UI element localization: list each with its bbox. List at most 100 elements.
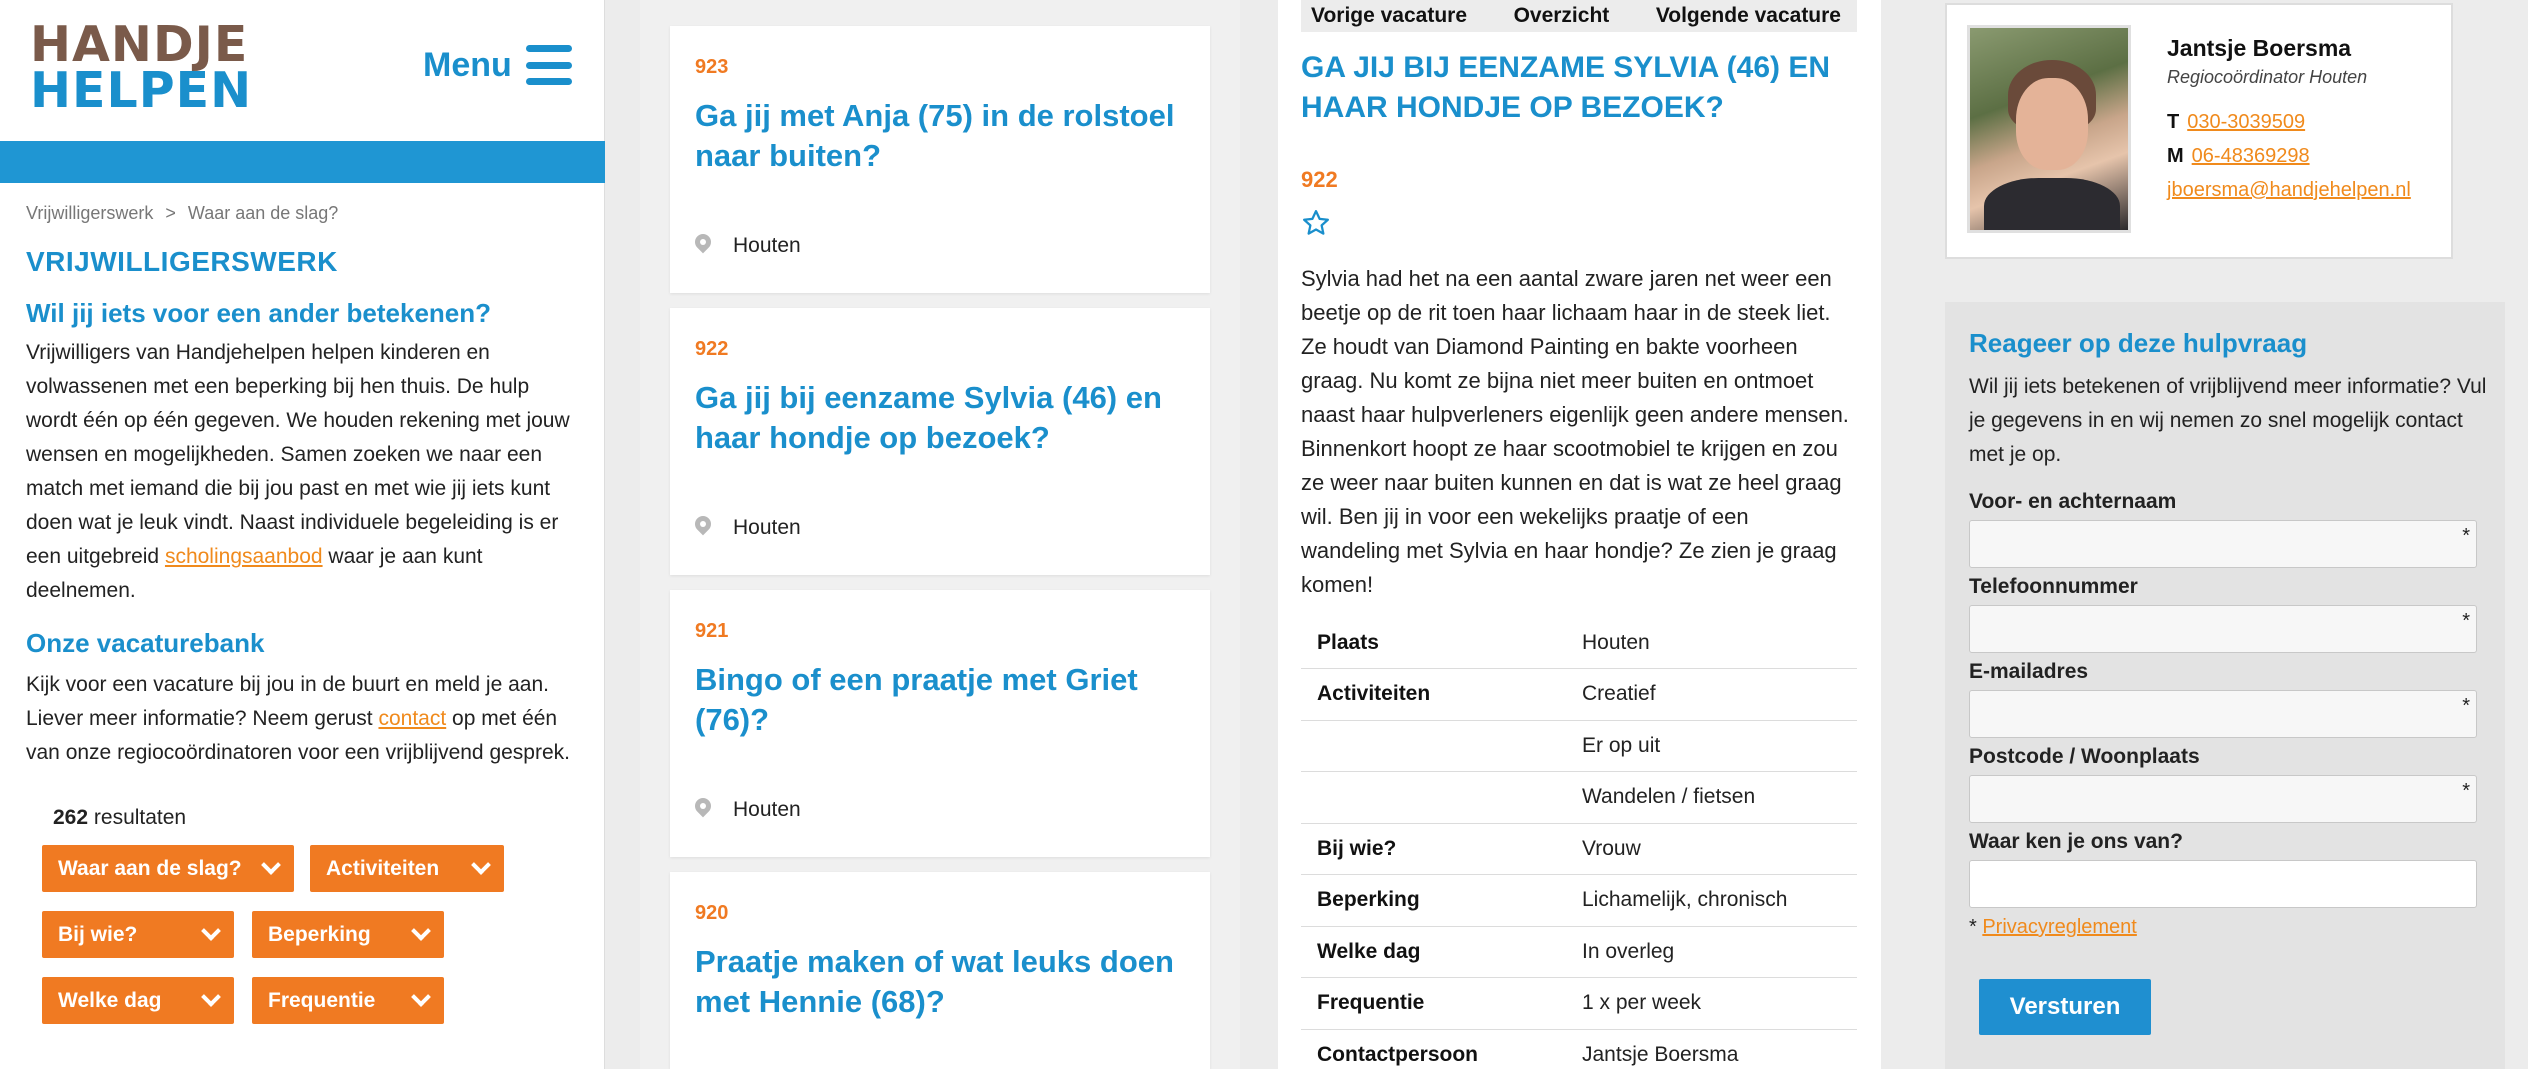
filter-label: Welke dag xyxy=(58,988,162,1012)
form-intro: Wil jij iets betekenen of vrijblijvend m… xyxy=(1969,375,2487,466)
job-location-text: Houten xyxy=(733,798,801,821)
privacy-prefix: * xyxy=(1969,916,1983,938)
scholingsaanbod-link[interactable]: scholingsaanbod xyxy=(165,545,323,568)
job-title[interactable]: Ga jij met Anja (75) in de rolstoel naar… xyxy=(695,96,1195,176)
job-number: 923 xyxy=(695,56,729,78)
map-pin-icon xyxy=(691,230,715,258)
hamburger-icon xyxy=(525,45,572,85)
contact-email: jboersma@handjehelpen.nl xyxy=(2167,179,2411,202)
required-marker: * xyxy=(2462,695,2470,717)
job-card[interactable]: 922 Ga jij bij eenzame Sylvia (46) en ha… xyxy=(670,308,1210,575)
left-column: HANDJE HELPEN Menu Vrijwilligerswerk > Waa… xyxy=(0,0,605,1069)
prev-job-link[interactable]: Vorige vacature xyxy=(1311,4,1467,28)
menu-button[interactable]: Menu xyxy=(423,45,572,85)
spec-key: Frequentie xyxy=(1301,977,1566,1030)
spec-value: Wandelen / fietsen xyxy=(1566,771,1857,824)
spec-key: Plaats xyxy=(1301,617,1566,669)
intro-text-1: Vrijwilligers van Handjehelpen helpen ki… xyxy=(26,341,570,568)
name-label: Voor- en achternaam xyxy=(1969,490,2177,513)
table-row: Beperking Lichamelijk, chronisch xyxy=(1301,874,1857,927)
contact-mobile: M 06-48369298 xyxy=(2167,145,2310,168)
spec-key: Contactpersoon xyxy=(1301,1029,1566,1069)
handjehelpen-logo[interactable]: HANDJE HELPEN xyxy=(30,20,253,119)
phone-field-label: Telefoonnummer xyxy=(1969,575,2138,598)
vacaturebank-paragraph: Kijk voor een vacature bij jou in de buu… xyxy=(26,668,586,770)
filter-activiteiten[interactable]: Activiteiten xyxy=(310,845,504,892)
job-location: Houten xyxy=(691,794,801,822)
spec-value: 1 x per week xyxy=(1566,977,1857,1030)
job-number: 921 xyxy=(695,620,729,642)
vacaturebank-title: Onze vacaturebank xyxy=(26,628,265,658)
privacy-note: * Privacyreglement xyxy=(1969,916,2137,939)
filter-welke-dag[interactable]: Welke dag xyxy=(42,977,234,1024)
name-field[interactable]: * xyxy=(1969,520,2477,568)
spec-key xyxy=(1301,771,1566,824)
filter-label: Beperking xyxy=(268,922,371,946)
header-band xyxy=(0,141,605,183)
chevron-down-icon xyxy=(411,921,431,941)
filter-label: Activiteiten xyxy=(326,856,440,880)
breadcrumb-item-current: Waar aan de slag? xyxy=(187,203,339,223)
filter-waar-aan-de-slag[interactable]: Waar aan de slag? xyxy=(42,845,294,892)
job-location: Houten xyxy=(691,230,801,258)
overview-link[interactable]: Overzicht xyxy=(1514,4,1610,28)
spec-key: Welke dag xyxy=(1301,926,1566,978)
intro-card: HANDJE HELPEN Menu Vrijwilligerswerk > Waa… xyxy=(0,0,605,1069)
spec-value: Creatief xyxy=(1566,668,1857,721)
mobile-link[interactable]: 06-48369298 xyxy=(2192,145,2310,167)
job-title[interactable]: Bingo of een praatje met Griet (76)? xyxy=(695,660,1195,740)
job-title[interactable]: Praatje maken of wat leuks doen met Henn… xyxy=(695,942,1195,1022)
mobile-label: M xyxy=(2167,145,2184,167)
breadcrumb-item-vrijwilligerswerk[interactable]: Vrijwilligerswerk xyxy=(26,203,153,223)
job-detail: Vorige vacature Overzicht Volgende vacat… xyxy=(1278,0,1881,1069)
chevron-down-icon xyxy=(201,987,221,1007)
email-field[interactable]: * xyxy=(1969,690,2477,738)
menu-label: Menu xyxy=(423,45,512,84)
job-card[interactable]: 920 Praatje maken of wat leuks doen met … xyxy=(670,872,1210,1069)
job-title[interactable]: Ga jij bij eenzame Sylvia (46) en haar h… xyxy=(695,378,1195,458)
job-location-text: Houten xyxy=(733,516,801,539)
job-card[interactable]: 923 Ga jij met Anja (75) in de rolstoel … xyxy=(670,26,1210,293)
chevron-down-icon xyxy=(411,987,431,1007)
spec-value: Vrouw xyxy=(1566,823,1857,875)
job-specs-table: Plaats Houten Activiteiten Creatief Er op … xyxy=(1301,617,1857,1069)
chevron-down-icon xyxy=(471,855,491,875)
chevron-down-icon xyxy=(261,855,281,875)
job-location-text: Houten xyxy=(733,234,801,257)
privacy-link[interactable]: Privacyreglement xyxy=(1982,916,2137,938)
required-marker: * xyxy=(2462,780,2470,802)
filter-label: Waar aan de slag? xyxy=(58,856,242,880)
form-title: Reageer op deze hulpvraag xyxy=(1969,328,2308,358)
spec-value: Lichamelijk, chronisch xyxy=(1566,874,1857,927)
filter-frequentie[interactable]: Frequentie xyxy=(252,977,444,1024)
email-field-label: E-mailadres xyxy=(1969,660,2089,683)
spec-key: Beperking xyxy=(1301,874,1566,927)
contact-column: Jantsje Boersma Regiocoördinator Houten … xyxy=(1920,0,2528,1069)
filter-bij-wie[interactable]: Bij wie? xyxy=(42,911,234,958)
chevron-down-icon xyxy=(201,921,221,941)
postcode-field[interactable]: * xyxy=(1969,775,2477,823)
job-description: Sylvia had het na een aantal zware jaren… xyxy=(1301,266,1849,597)
required-marker: * xyxy=(2462,610,2470,632)
submit-button[interactable]: Versturen xyxy=(1979,979,2151,1035)
source-field[interactable] xyxy=(1969,860,2477,908)
table-row: Contactpersoon Jantsje Boersma xyxy=(1301,1029,1857,1069)
results-number: 262 xyxy=(53,806,89,829)
source-label: Waar ken je ons van? xyxy=(1969,830,2183,853)
logo-line-2: HELPEN xyxy=(30,62,253,119)
job-list: 923 Ga jij met Anja (75) in de rolstoel … xyxy=(640,0,1240,1069)
filter-beperking[interactable]: Beperking xyxy=(252,911,444,958)
job-card[interactable]: 921 Bingo of een praatje met Griet (76)?… xyxy=(670,590,1210,857)
breadcrumb-separator: > xyxy=(165,203,176,223)
email-link[interactable]: jboersma@handjehelpen.nl xyxy=(2167,179,2411,201)
star-outline-icon[interactable] xyxy=(1301,208,1331,238)
response-form: Reageer op deze hulpvraag Wil jij iets b… xyxy=(1945,302,2505,1069)
contact-link[interactable]: contact xyxy=(378,707,446,730)
phone-field[interactable]: * xyxy=(1969,605,2477,653)
phone-link[interactable]: 030-3039509 xyxy=(2187,111,2305,133)
job-detail-number: 922 xyxy=(1301,167,1338,192)
spec-key: Bij wie? xyxy=(1301,823,1566,875)
spec-value: In overleg xyxy=(1566,926,1857,978)
spec-value: Er op uit xyxy=(1566,720,1857,772)
next-job-link[interactable]: Volgende vacature xyxy=(1656,4,1841,28)
